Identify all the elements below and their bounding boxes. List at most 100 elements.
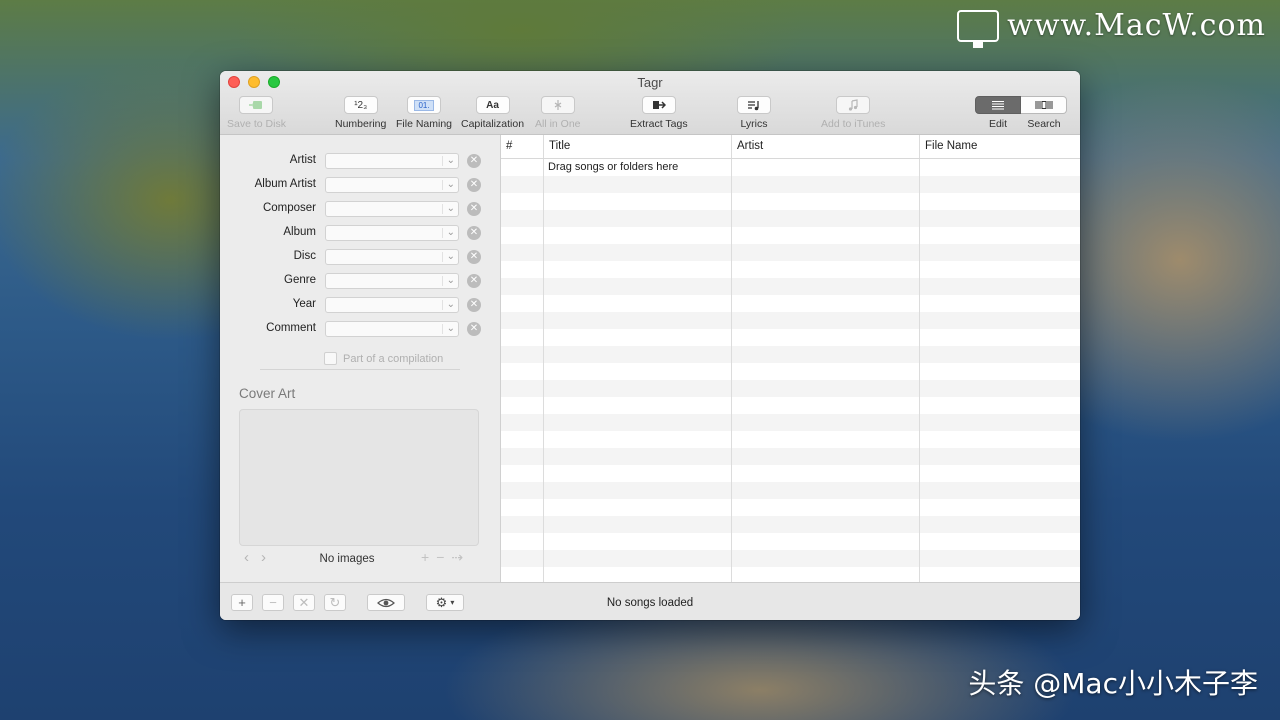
table-header: # Title Artist File Name — [501, 135, 1080, 159]
tag-editor-panel: Artist ⌄ ✕ Album Artist ⌄ ✕ Composer ⌄ ✕… — [220, 135, 501, 582]
save-disk-icon — [249, 101, 263, 109]
add-to-itunes-label: Add to iTunes — [821, 118, 886, 130]
album-artist-label: Album Artist — [254, 178, 316, 190]
capitalization-button[interactable]: Aa — [475, 96, 510, 114]
field-row-genre: Genre ⌄ ✕ — [220, 269, 500, 293]
chevron-down-icon[interactable]: ⌄ — [447, 154, 455, 168]
barcode-icon — [1035, 101, 1052, 109]
clear-album-artist-button[interactable]: ✕ — [467, 178, 481, 192]
column-divider — [543, 159, 544, 582]
table-row — [501, 380, 1080, 397]
all-in-one-tool[interactable]: All in One — [535, 96, 581, 130]
genre-combobox[interactable]: ⌄ — [325, 273, 459, 289]
compilation-label: Part of a compilation — [343, 352, 444, 365]
chevron-down-icon[interactable]: ⌄ — [447, 298, 455, 312]
column-header-file-name[interactable]: File Name — [920, 135, 1080, 158]
table-row — [501, 363, 1080, 380]
extract-tags-tool[interactable]: Extract Tags — [630, 96, 688, 130]
numbering-tool[interactable]: ¹2₃ Numbering — [335, 96, 386, 130]
view-mode-labels: Edit Search — [975, 118, 1067, 130]
capitalization-tool[interactable]: Aa Capitalization — [461, 96, 524, 130]
table-row — [501, 567, 1080, 582]
table-row: Drag songs or folders here — [501, 159, 1080, 176]
artist-label: Artist — [289, 154, 316, 166]
clear-composer-button[interactable]: ✕ — [467, 202, 481, 216]
numbering-button[interactable]: ¹2₃ — [343, 96, 378, 114]
album-artist-combobox[interactable]: ⌄ — [325, 177, 459, 193]
column-header-title[interactable]: Title — [544, 135, 732, 158]
export-image-icon[interactable]: ⇢ — [451, 549, 463, 566]
add-image-icon[interactable]: + — [421, 549, 429, 566]
clear-genre-button[interactable]: ✕ — [467, 274, 481, 288]
table-row — [501, 346, 1080, 363]
file-naming-button[interactable]: 01. — [407, 96, 442, 114]
table-row — [501, 397, 1080, 414]
remove-image-icon[interactable]: − — [436, 549, 444, 566]
edit-label: Edit — [988, 118, 1008, 130]
table-row — [501, 295, 1080, 312]
compilation-checkbox[interactable] — [324, 352, 337, 365]
year-combobox[interactable]: ⌄ — [325, 297, 459, 313]
table-row — [501, 176, 1080, 193]
chevron-down-icon[interactable]: ⌄ — [447, 226, 455, 240]
field-row-disc: Disc ⌄ ✕ — [220, 245, 500, 269]
chevron-down-icon[interactable]: ⌄ — [447, 322, 455, 336]
cover-art-drop-area[interactable] — [239, 409, 479, 546]
add-to-itunes-tool[interactable]: Add to iTunes — [821, 96, 885, 130]
table-row — [501, 550, 1080, 567]
disc-combobox[interactable]: ⌄ — [325, 249, 459, 265]
table-row — [501, 193, 1080, 210]
table-row — [501, 482, 1080, 499]
column-header-artist[interactable]: Artist — [732, 135, 920, 158]
table-row — [501, 227, 1080, 244]
titlebar: Tagr Save to Disk ¹2₃ Numbering 01. File… — [220, 71, 1080, 135]
chevron-down-icon[interactable]: ⌄ — [447, 178, 455, 192]
lyrics-tool[interactable]: Lyrics — [737, 96, 771, 130]
lyrics-icon — [748, 100, 759, 110]
chevron-down-icon[interactable]: ⌄ — [447, 274, 455, 288]
file-naming-tool[interactable]: 01. File Naming — [396, 96, 452, 130]
table-row — [501, 533, 1080, 550]
year-label: Year — [292, 298, 316, 310]
song-table[interactable]: # Title Artist File Name Drag songs or f… — [501, 135, 1080, 582]
numbering-label: Numbering — [335, 118, 387, 130]
table-body[interactable]: Drag songs or folders here — [501, 159, 1080, 582]
chevron-down-icon[interactable]: ⌄ — [447, 250, 455, 264]
artist-combobox[interactable]: ⌄ — [325, 153, 459, 169]
window-title: Tagr — [637, 75, 663, 90]
clear-album-button[interactable]: ✕ — [467, 226, 481, 240]
all-in-one-button[interactable] — [540, 96, 575, 114]
drop-placeholder-text: Drag songs or folders here — [548, 161, 679, 173]
field-row-year: Year ⌄ ✕ — [220, 293, 500, 317]
save-to-disk-button[interactable] — [239, 96, 274, 114]
column-header-number[interactable]: # — [501, 135, 544, 158]
save-to-disk-tool[interactable]: Save to Disk — [227, 96, 286, 130]
album-combobox[interactable]: ⌄ — [325, 225, 459, 241]
composer-combobox[interactable]: ⌄ — [325, 201, 459, 217]
watermark-text: www.MacW.com — [1007, 8, 1266, 43]
table-row — [501, 278, 1080, 295]
clear-disc-button[interactable]: ✕ — [467, 250, 481, 264]
clear-artist-button[interactable]: ✕ — [467, 154, 481, 168]
table-row — [501, 465, 1080, 482]
lyrics-button[interactable] — [737, 96, 771, 114]
field-row-composer: Composer ⌄ ✕ — [220, 197, 500, 221]
comment-combobox[interactable]: ⌄ — [325, 321, 459, 337]
clear-year-button[interactable]: ✕ — [467, 298, 481, 312]
edit-mode-button[interactable] — [975, 96, 1021, 114]
chevron-down-icon[interactable]: ⌄ — [447, 202, 455, 216]
compilation-option[interactable]: Part of a compilation — [324, 352, 443, 365]
table-row — [501, 312, 1080, 329]
capitalization-icon: Aa — [486, 99, 499, 111]
view-mode-segmented-control[interactable] — [975, 96, 1067, 114]
table-row — [501, 261, 1080, 278]
table-row — [501, 516, 1080, 533]
clear-comment-button[interactable]: ✕ — [467, 322, 481, 336]
section-divider — [260, 369, 460, 370]
genre-label: Genre — [284, 274, 316, 286]
extract-tags-label: Extract Tags — [630, 118, 688, 130]
extract-tags-button[interactable] — [641, 96, 676, 114]
search-mode-button[interactable] — [1021, 96, 1067, 114]
tagr-window: Tagr Save to Disk ¹2₃ Numbering 01. File… — [220, 71, 1080, 620]
add-to-itunes-button[interactable] — [836, 96, 871, 114]
